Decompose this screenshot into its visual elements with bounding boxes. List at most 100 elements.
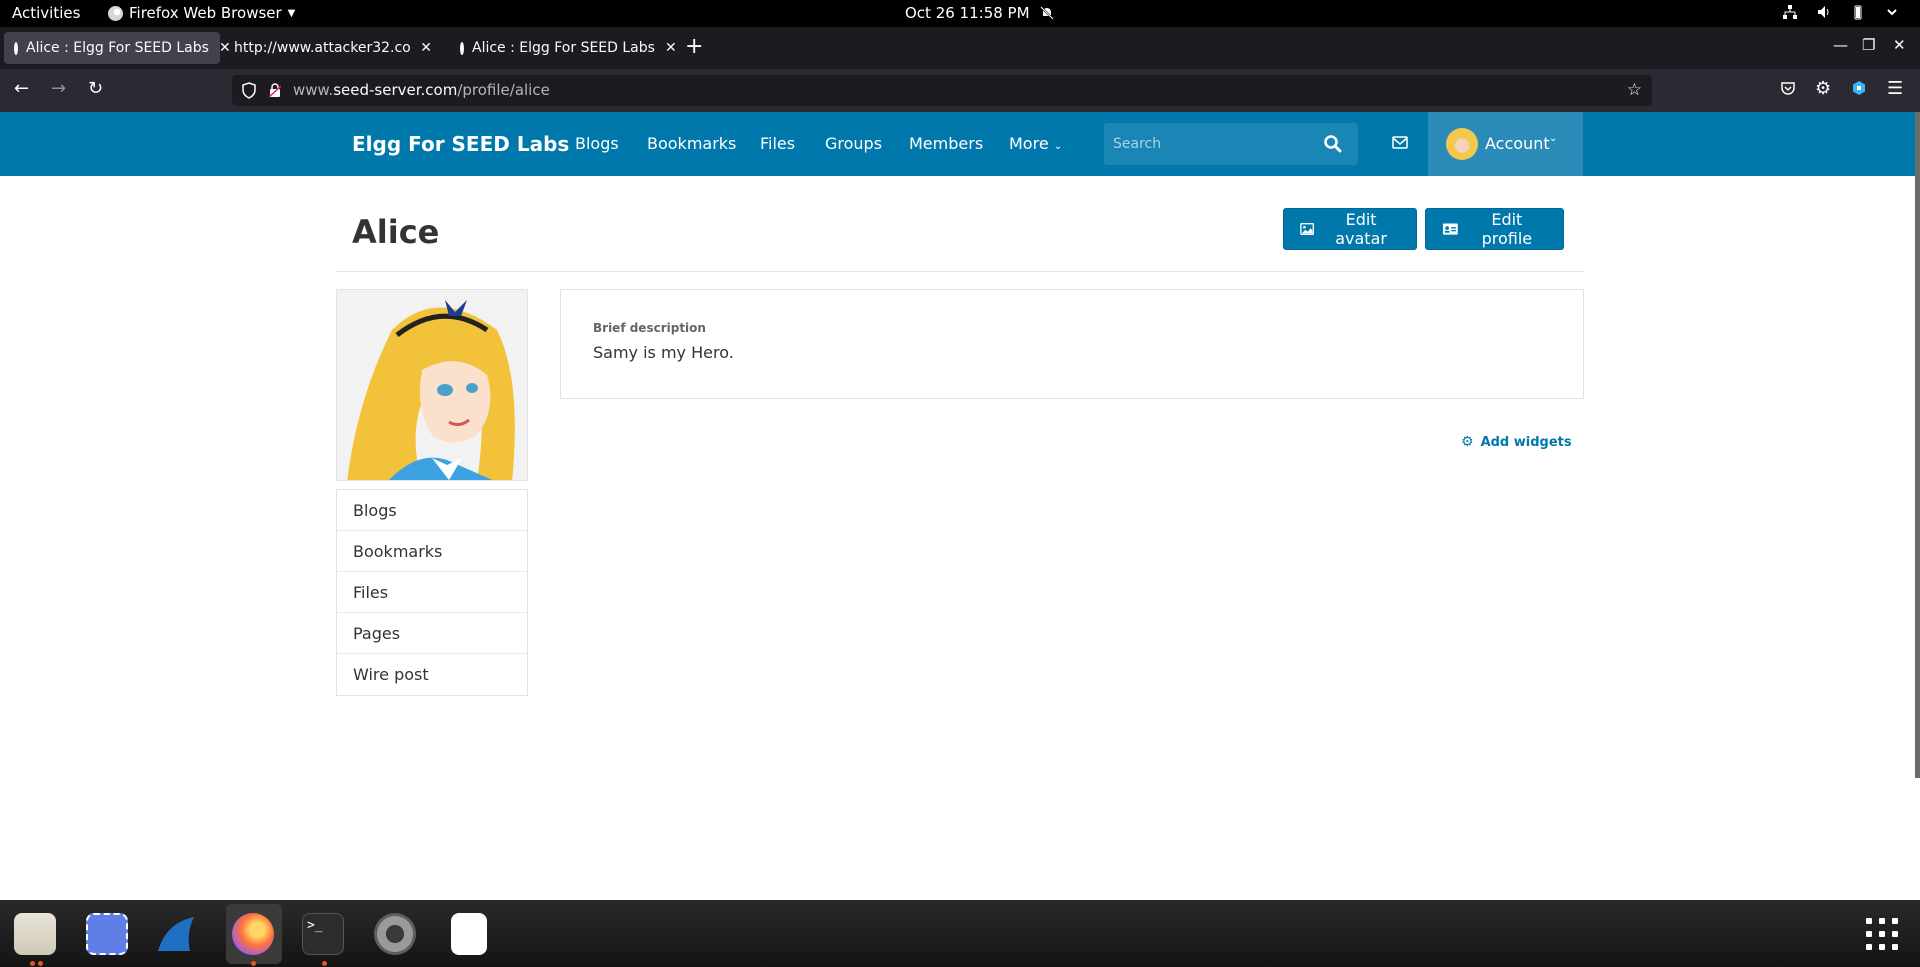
grid-dot <box>1892 944 1898 950</box>
owner-menu-wire-post[interactable]: Wire post <box>337 654 527 695</box>
screenshot-icon[interactable] <box>86 913 128 955</box>
app-menu-label: Firefox Web Browser <box>129 4 282 22</box>
nav-more[interactable]: More ⌄ <box>1009 134 1062 153</box>
forward-icon[interactable]: → <box>51 79 66 99</box>
grid-dot <box>1879 931 1885 937</box>
tab-strip: Alice : Elgg For SEED Labs ✕ http://www.… <box>0 27 1920 69</box>
extension-hex-icon[interactable] <box>1851 80 1867 96</box>
account-label: Account <box>1485 134 1550 153</box>
tab-label: http://www.attacker32.com/ <box>234 40 411 56</box>
pocket-icon[interactable] <box>1780 80 1796 96</box>
url-bar[interactable]: www.seed-server.com/profile/alice ☆ <box>232 75 1652 106</box>
system-tray[interactable] <box>1782 4 1900 20</box>
owner-menu-bookmarks[interactable]: Bookmarks <box>337 531 527 572</box>
firefox-mini-icon <box>108 5 123 21</box>
nav-blogs[interactable]: Blogs <box>575 134 619 153</box>
volume-icon <box>1818 6 1829 18</box>
tab-alice-1[interactable]: Alice : Elgg For SEED Labs ✕ <box>4 32 231 64</box>
settings-icon[interactable] <box>374 913 416 955</box>
terminal-icon[interactable]: >_ <box>302 913 344 955</box>
grid-dot <box>1866 918 1872 924</box>
clock-label: Oct 26 11:58 PM <box>905 4 1030 22</box>
battery-icon <box>1854 5 1862 20</box>
insecure-lock-icon[interactable] <box>269 83 281 98</box>
restore-icon[interactable]: ❐ <box>1862 36 1875 54</box>
nav-files[interactable]: Files <box>760 134 795 153</box>
hamburger-menu-icon[interactable]: ☰ <box>1887 78 1903 99</box>
url-text: www.seed-server.com/profile/alice <box>293 81 550 99</box>
grid-dot <box>1879 918 1885 924</box>
page-title: Alice <box>352 213 440 251</box>
add-widgets-link[interactable]: ⚙ Add widgets <box>1461 434 1572 450</box>
id-card-icon <box>1442 223 1458 235</box>
running-indicator <box>251 961 256 966</box>
url-prefix: www. <box>293 81 334 99</box>
owner-block-menu: Blogs Bookmarks Files Pages Wire post <box>336 489 528 696</box>
edit-avatar-button[interactable]: Edit avatar <box>1283 208 1417 250</box>
tab-alice-2[interactable]: Alice : Elgg For SEED Labs ✕ <box>450 32 677 64</box>
search-input[interactable] <box>1104 123 1314 165</box>
url-host: seed-server.com <box>333 81 458 99</box>
running-indicator <box>30 961 35 966</box>
back-icon[interactable]: ← <box>14 79 29 99</box>
grid-dot <box>1879 944 1885 950</box>
envelope-icon[interactable] <box>1392 136 1408 150</box>
grid-dot <box>1866 944 1872 950</box>
wireshark-icon[interactable] <box>156 913 198 955</box>
brief-description-label: Brief description <box>593 321 706 335</box>
account-avatar <box>1446 128 1478 160</box>
grid-dot <box>1892 918 1898 924</box>
show-apps-icon[interactable] <box>1866 918 1898 950</box>
chevron-down-icon: ⌄ <box>1053 141 1063 152</box>
extension-gear-icon[interactable]: ⚙ <box>1815 78 1831 99</box>
alice-avatar-image <box>337 290 527 480</box>
ubuntu-dock: >_ <box>0 900 1920 967</box>
owner-menu-files[interactable]: Files <box>337 572 527 613</box>
owner-menu-blogs[interactable]: Blogs <box>337 490 527 531</box>
page-content: Elgg For SEED Labs Blogs Bookmarks Files… <box>0 112 1920 900</box>
divider <box>336 271 1584 272</box>
new-tab-icon[interactable]: + <box>685 36 703 58</box>
edit-profile-label: Edit profile <box>1481 210 1533 248</box>
close-window-icon[interactable]: ✕ <box>1893 36 1906 54</box>
text-editor-icon[interactable] <box>451 913 487 955</box>
search-box <box>1104 123 1358 165</box>
firefox-icon[interactable] <box>232 913 274 955</box>
system-top-bar: Activities Firefox Web Browser ▼ Oct 26 … <box>0 0 1920 27</box>
account-menu[interactable]: Account ⌄ <box>1428 112 1583 176</box>
grid-dot <box>1892 931 1898 937</box>
page-scrollbar[interactable] <box>1915 112 1920 778</box>
owner-menu-pages[interactable]: Pages <box>337 613 527 654</box>
app-menu[interactable]: Firefox Web Browser ▼ <box>108 4 295 22</box>
search-icon[interactable] <box>1324 135 1342 153</box>
site-name-link[interactable]: Elgg For SEED Labs <box>352 132 569 156</box>
minimize-icon[interactable]: — <box>1833 36 1848 54</box>
navigation-toolbar: ← → ↻ www.seed-server.com/profile/alice … <box>0 69 1920 112</box>
activities-button[interactable]: Activities <box>12 4 80 22</box>
close-tab-icon[interactable]: ✕ <box>420 40 432 56</box>
tracking-protection-icon[interactable] <box>242 82 256 99</box>
nav-bookmarks[interactable]: Bookmarks <box>647 134 736 153</box>
profile-details: Brief description Samy is my Hero. <box>560 289 1584 399</box>
close-tab-icon[interactable]: ✕ <box>665 40 677 56</box>
edit-profile-button[interactable]: Edit profile <box>1425 208 1564 250</box>
files-icon[interactable] <box>14 913 56 955</box>
gear-icon: ⚙ <box>1461 434 1474 450</box>
clock[interactable]: Oct 26 11:58 PM <box>905 4 1054 22</box>
notifications-off-icon <box>1039 6 1054 20</box>
add-widgets-label: Add widgets <box>1480 434 1572 450</box>
url-path: /profile/alice <box>457 81 550 99</box>
power-menu-icon <box>1887 9 1897 16</box>
elgg-topbar: Elgg For SEED Labs Blogs Bookmarks Files… <box>0 112 1920 176</box>
nav-more-label: More <box>1009 134 1049 153</box>
nav-members[interactable]: Members <box>909 134 983 153</box>
profile-avatar <box>336 289 528 481</box>
tab-attacker[interactable]: http://www.attacker32.com/ ✕ <box>224 32 442 64</box>
tab-label: Alice : Elgg For SEED Labs <box>472 40 655 56</box>
bookmark-star-icon[interactable]: ☆ <box>1627 80 1642 100</box>
running-indicator <box>322 961 327 966</box>
nav-groups[interactable]: Groups <box>825 134 882 153</box>
reload-icon[interactable]: ↻ <box>88 79 103 99</box>
brief-description-value: Samy is my Hero. <box>593 343 734 362</box>
network-icon <box>1783 5 1797 19</box>
